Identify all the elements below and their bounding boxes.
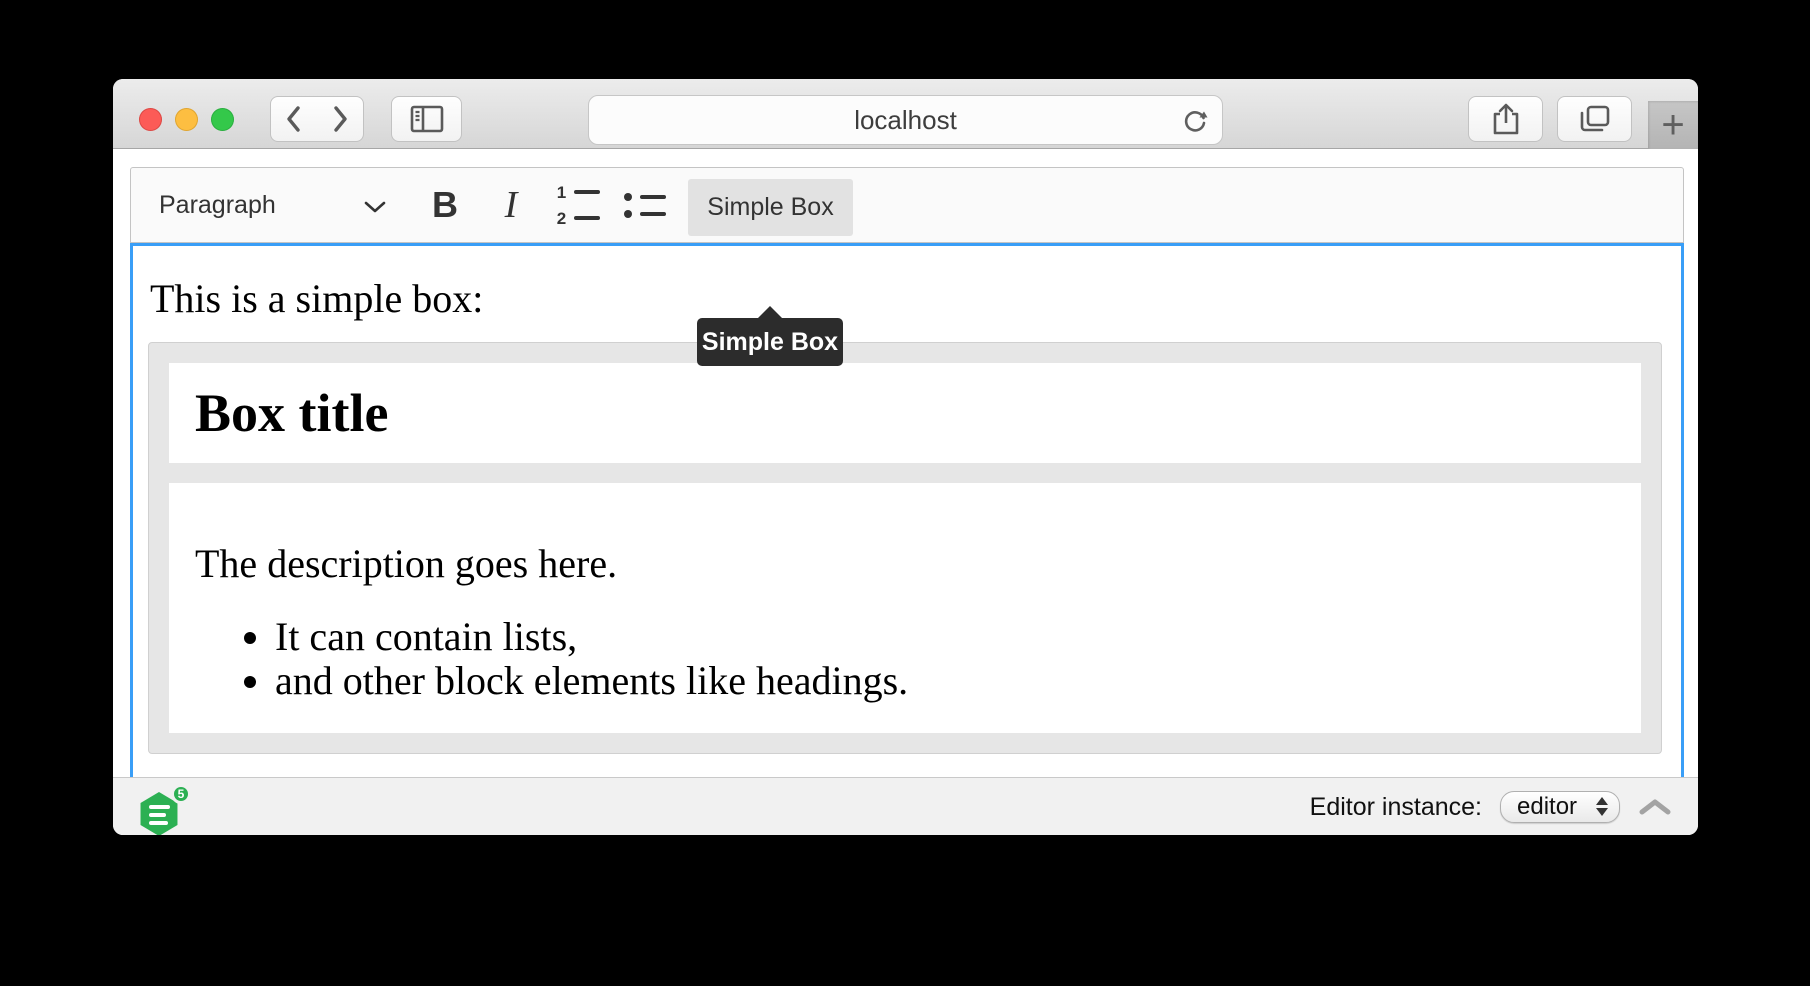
sidebar-toggle-button[interactable] — [391, 96, 462, 142]
bold-button[interactable]: B — [417, 176, 473, 234]
heading-dropdown-value: Paragraph — [159, 191, 276, 220]
share-icon — [1491, 102, 1521, 136]
simple-box-tooltip: Simple Box — [697, 318, 843, 366]
new-tab-button[interactable]: + — [1648, 101, 1698, 149]
address-text: localhost — [854, 105, 957, 136]
box-title[interactable]: Box title — [169, 363, 1641, 463]
box-description[interactable]: The description goes here. It can contai… — [169, 483, 1641, 733]
editor-editable-area[interactable]: This is a simple box: Box title The desc… — [130, 243, 1684, 777]
chevron-down-icon — [363, 200, 387, 214]
address-bar[interactable]: localhost — [588, 95, 1223, 145]
bold-icon: B — [432, 184, 458, 226]
browser-toolbar: localhost — [113, 79, 1698, 149]
bulleted-list-button[interactable] — [613, 176, 675, 234]
numbered-list-button[interactable]: 1 2 — [547, 176, 609, 234]
editor-toolbar: Paragraph B I 1 2 — [130, 167, 1684, 243]
intro-paragraph: This is a simple box: — [150, 276, 1666, 322]
tooltip-arrow — [757, 306, 783, 319]
heading-dropdown[interactable]: Paragraph — [143, 176, 403, 234]
tooltip-text: Simple Box — [702, 328, 838, 357]
close-window-button[interactable] — [139, 108, 162, 131]
expand-inspector-button[interactable] — [1638, 798, 1672, 816]
selected-instance: editor — [1517, 793, 1577, 821]
sidebar-icon — [410, 105, 444, 133]
reload-icon[interactable] — [1180, 106, 1210, 136]
editor-instance-select[interactable]: editor — [1500, 791, 1620, 823]
simple-box-button[interactable]: Simple Box — [688, 179, 853, 236]
bulleted-list-icon — [623, 193, 666, 218]
web-page: Paragraph B I 1 2 — [113, 150, 1698, 777]
description-paragraph: The description goes here. — [195, 541, 1615, 587]
numbered-list-icon: 1 2 — [556, 184, 600, 227]
tab-overview-icon — [1579, 104, 1611, 134]
chevron-right-icon — [329, 104, 351, 134]
forward-button[interactable] — [316, 96, 364, 142]
tab-overview-button[interactable] — [1557, 96, 1632, 142]
simple-box-widget[interactable]: Box title The description goes here. It … — [148, 342, 1662, 754]
version-badge: 5 — [171, 784, 191, 804]
zoom-window-button[interactable] — [211, 108, 234, 131]
italic-icon: I — [505, 183, 518, 227]
share-button[interactable] — [1468, 96, 1543, 142]
list-item: It can contain lists, — [275, 615, 1615, 659]
list-item: and other block elements like headings. — [275, 659, 1615, 703]
ckeditor-logo[interactable]: 5 — [138, 790, 200, 835]
editor-instance-label: Editor instance: — [1310, 793, 1482, 822]
italic-button[interactable]: I — [483, 176, 539, 234]
description-list: It can contain lists, and other block el… — [195, 615, 1615, 703]
select-arrows-icon — [1596, 797, 1608, 816]
chevron-left-icon — [283, 104, 305, 134]
browser-window: localhost — [113, 79, 1698, 835]
inspector-footer-bar: 5 Editor instance: editor — [113, 777, 1698, 835]
simple-box-button-label: Simple Box — [707, 193, 833, 222]
back-button[interactable] — [270, 96, 317, 142]
minimize-window-button[interactable] — [175, 108, 198, 131]
